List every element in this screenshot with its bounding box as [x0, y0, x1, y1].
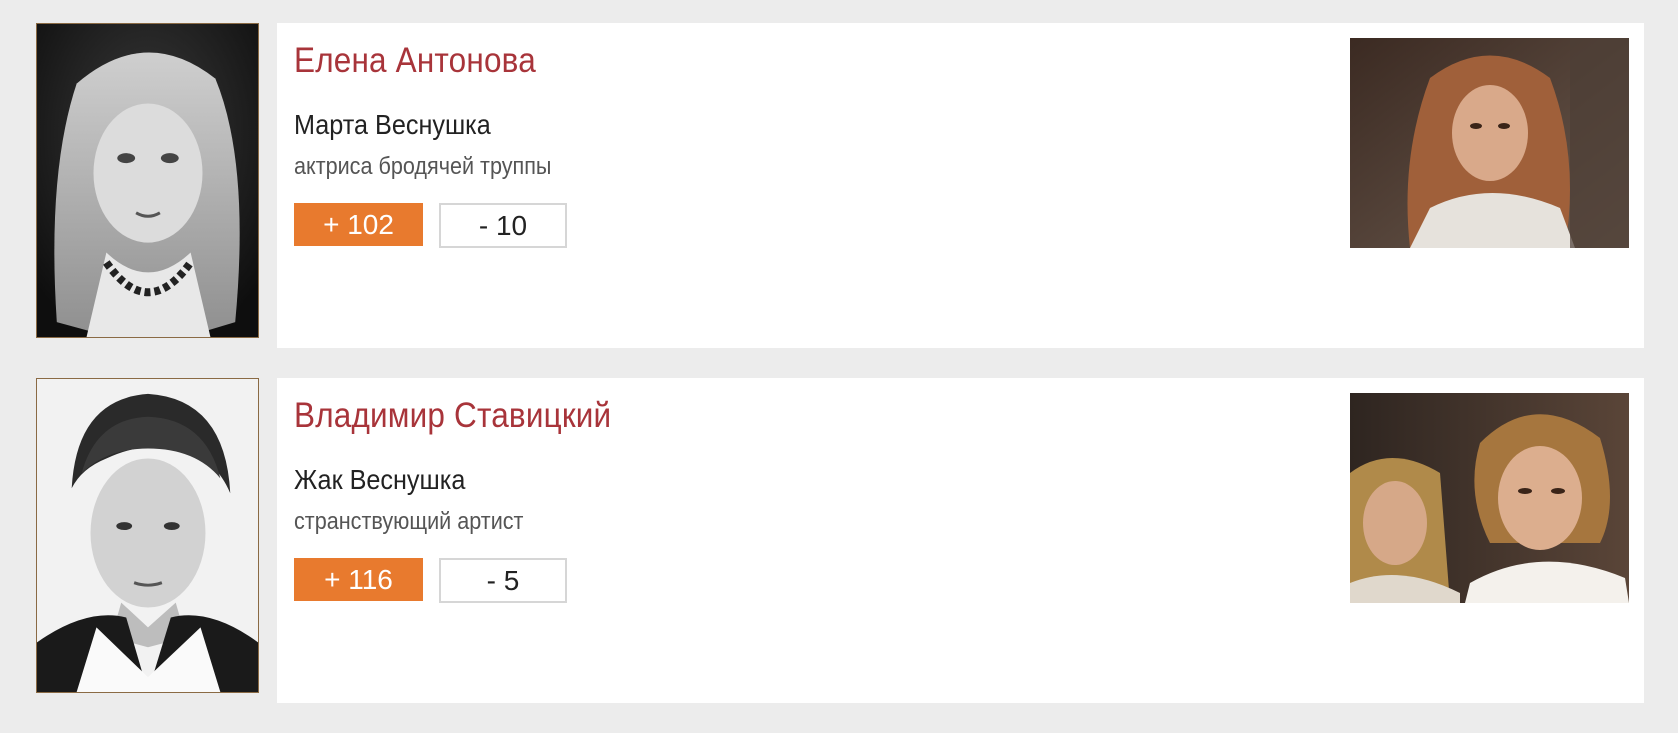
role-still-image[interactable]	[1350, 393, 1629, 603]
cast-list: Елена Антонова Марта Веснушка актриса бр…	[36, 23, 1644, 733]
actor-portrait-image	[37, 379, 258, 692]
vote-down-button[interactable]: - 5	[439, 558, 567, 603]
actor-portrait-image	[37, 24, 258, 337]
role-name: Марта Веснушка	[294, 109, 491, 140]
cast-row: Елена Антонова Марта Веснушка актриса бр…	[36, 23, 1644, 348]
role-description: странствующий артист	[294, 508, 524, 535]
cast-card: Елена Антонова Марта Веснушка актриса бр…	[277, 23, 1644, 348]
film-still	[1350, 38, 1629, 248]
role-description: актриса бродячей труппы	[294, 153, 552, 180]
film-still	[1350, 393, 1629, 603]
actor-name-link[interactable]: Елена Антонова	[294, 41, 536, 81]
vote-up-button[interactable]: + 102	[294, 203, 423, 246]
vote-down-button[interactable]: - 10	[439, 203, 567, 248]
actor-name-link[interactable]: Владимир Ставицкий	[294, 396, 611, 436]
role-name: Жак Веснушка	[294, 464, 466, 495]
cast-card: Владимир Ставицкий Жак Веснушка странств…	[277, 378, 1644, 703]
cast-row: Владимир Ставицкий Жак Веснушка странств…	[36, 378, 1644, 703]
vote-up-button[interactable]: + 116	[294, 558, 423, 601]
actor-portrait[interactable]	[36, 23, 259, 338]
role-still-image[interactable]	[1350, 38, 1629, 248]
actor-portrait[interactable]	[36, 378, 259, 693]
